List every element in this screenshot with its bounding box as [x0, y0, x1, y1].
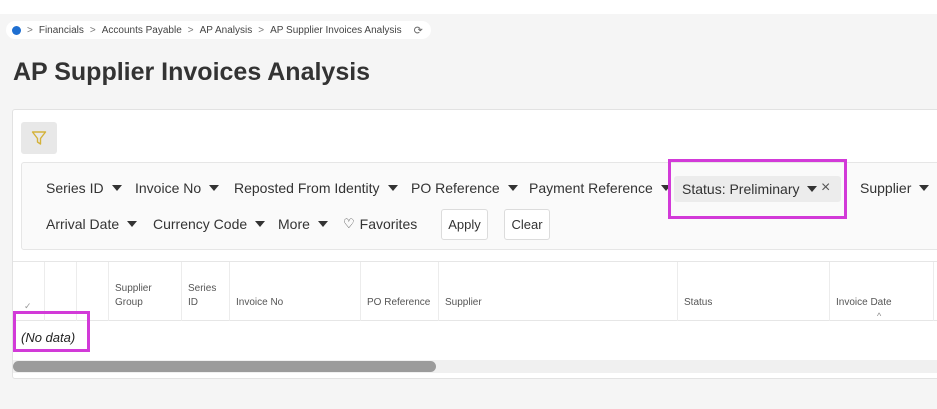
chevron-down-icon [111, 185, 122, 191]
filter-label: PO Reference [411, 180, 500, 196]
chevron-down-icon [919, 185, 930, 191]
breadcrumb-separator: > [258, 24, 265, 36]
breadcrumb-item-financials[interactable]: Financials [39, 25, 84, 36]
grid-header: ✓ Supplier Group Series ID Invoice No PO… [13, 261, 937, 321]
breadcrumb-separator: > [187, 24, 194, 36]
chevron-down-icon [127, 221, 138, 227]
column-header-invoice-date[interactable]: Invoice Date ^ [830, 262, 934, 321]
column-header-invoice-no[interactable]: Invoice No [230, 262, 361, 321]
column-label: Supplier [445, 297, 482, 308]
favorites-button[interactable]: ♡ Favorites [343, 214, 417, 234]
filter-label: Currency Code [153, 216, 248, 232]
breadcrumb-item-accounts-payable[interactable]: Accounts Payable [102, 25, 182, 36]
column-header-supplier-group[interactable]: Supplier Group [109, 262, 182, 321]
sort-ascending-icon[interactable]: ^ [877, 311, 881, 321]
filter-currency-code[interactable]: Currency Code [153, 214, 266, 234]
filter-invoice-no[interactable]: Invoice No [135, 178, 220, 198]
filter-label: Invoice No [135, 180, 202, 196]
filter-series-id[interactable]: Series ID [46, 178, 122, 198]
favorites-label: Favorites [359, 216, 418, 232]
filter-arrival-date[interactable]: Arrival Date [46, 214, 138, 234]
filter-label: Payment Reference [529, 180, 653, 196]
filter-more[interactable]: More [278, 214, 328, 234]
chevron-down-icon [387, 185, 398, 191]
column-header-po-reference[interactable]: PO Reference [361, 262, 439, 321]
page-title: AP Supplier Invoices Analysis [13, 58, 371, 86]
highlight-box-status [668, 159, 847, 219]
column-label: Invoice Date [836, 297, 892, 308]
column-label: Supplier Group [115, 283, 152, 308]
apply-button[interactable]: Apply [441, 209, 488, 240]
top-bar [0, 0, 937, 14]
breadcrumb-separator: > [89, 24, 96, 36]
breadcrumb-item-ap-analysis[interactable]: AP Analysis [200, 25, 253, 36]
scrollbar-thumb[interactable] [13, 361, 436, 372]
chevron-down-icon [507, 185, 518, 191]
filter-label: Reposted From Identity [234, 180, 380, 196]
filter-payment-reference[interactable]: Payment Reference [529, 178, 671, 198]
filter-po-reference[interactable]: PO Reference [411, 178, 518, 198]
filter-supplier[interactable]: Supplier [860, 178, 930, 198]
column-header-series-id[interactable]: Series ID [182, 262, 230, 321]
column-header-supplier[interactable]: Supplier [439, 262, 678, 321]
filter-label: Arrival Date [46, 216, 120, 232]
filter-label: Series ID [46, 180, 104, 196]
column-label: Series ID [188, 283, 217, 308]
filter-toggle-button[interactable] [21, 122, 57, 154]
filter-label: Supplier [860, 180, 912, 196]
chevron-down-icon [255, 221, 266, 227]
filter-reposted-from-identity[interactable]: Reposted From Identity [234, 178, 398, 198]
breadcrumb-separator: > [27, 24, 33, 36]
clear-button[interactable]: Clear [504, 209, 550, 240]
column-header-status[interactable]: Status [678, 262, 830, 321]
heart-icon: ♡ [343, 216, 355, 231]
chevron-down-icon [317, 221, 328, 227]
home-dot-icon[interactable] [12, 25, 21, 35]
column-label: PO Reference [367, 297, 431, 308]
breadcrumb-item-current: AP Supplier Invoices Analysis [270, 24, 402, 36]
refresh-icon[interactable]: ⟳ [414, 24, 423, 37]
column-label: Invoice No [236, 297, 284, 308]
breadcrumb: > Financials > Accounts Payable > AP Ana… [6, 21, 431, 39]
funnel-icon [31, 131, 47, 145]
chevron-down-icon [209, 185, 220, 191]
column-label: Status [684, 297, 713, 308]
highlight-box-no-data [13, 311, 90, 352]
filter-label: More [278, 216, 310, 232]
